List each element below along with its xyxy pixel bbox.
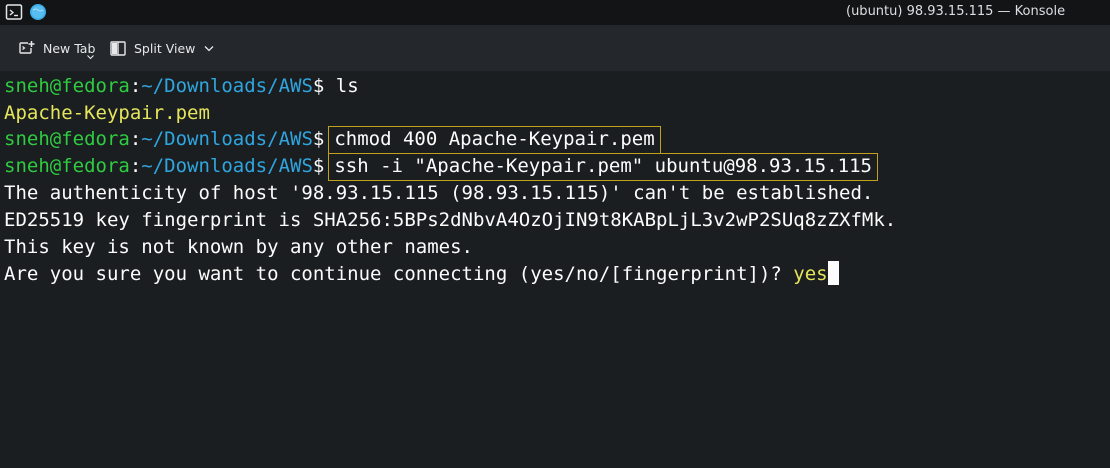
new-tab-label: New Tab — [43, 40, 96, 56]
prompt-user-host: sneh@fedora — [4, 155, 130, 177]
prompt-user-host: sneh@fedora — [4, 75, 130, 97]
prompt-separator: : — [129, 75, 142, 97]
terminal-output-line: Apache-Keypair.pem — [4, 102, 210, 124]
prompt-sign: $ — [312, 155, 325, 177]
terminal-app-icon[interactable] — [5, 3, 23, 21]
terminal-output-line: Are you sure you want to continue connec… — [4, 261, 839, 288]
split-view-button[interactable]: Split View — [106, 36, 218, 60]
terminal-output-line: This key is not known by any other names… — [4, 236, 473, 258]
prompt-path: ~/Downloads/AWS — [141, 155, 313, 177]
prompt-sign: $ — [312, 75, 325, 97]
terminal-line: sneh@fedora:~/Downloads/AWS$ chmod 400 Ap… — [4, 126, 661, 154]
terminal-view[interactable]: sneh@fedora:~/Downloads/AWS$ ls Apache-K… — [0, 73, 1110, 468]
split-view-icon — [110, 40, 126, 56]
user-input-text[interactable]: yes — [793, 263, 827, 285]
new-tab-dropdown-arrow-icon[interactable] — [87, 55, 94, 60]
text-cursor — [827, 261, 839, 285]
new-tab-icon — [19, 41, 35, 54]
chevron-down-icon[interactable] — [204, 45, 214, 52]
window-titlebar: (ubuntu) 98.93.15.115 — Konsole — [0, 0, 1110, 25]
command-text: ls — [335, 75, 359, 97]
prompt-separator: : — [129, 155, 142, 177]
split-view-label: Split View — [134, 40, 196, 56]
terminal-output-line: ED25519 key fingerprint is SHA256:5BPs2d… — [4, 209, 897, 231]
prompt-separator: : — [129, 128, 142, 150]
confirm-prompt-text: Are you sure you want to continue connec… — [4, 263, 794, 285]
terminal-line: sneh@fedora:~/Downloads/AWS$ ls — [4, 73, 359, 100]
highlighted-command: chmod 400 Apache-Keypair.pem — [328, 126, 661, 154]
terminal-output-line: The authenticity of host '98.93.15.115 (… — [4, 182, 874, 204]
prompt-sign: $ — [312, 128, 325, 150]
globe-icon[interactable] — [29, 3, 47, 21]
terminal-line: sneh@fedora:~/Downloads/AWS$ ssh -i "Apac… — [4, 153, 878, 181]
prompt-user-host: sneh@fedora — [4, 128, 130, 150]
prompt-path: ~/Downloads/AWS — [141, 75, 313, 97]
toolbar: New Tab Split View — [0, 25, 1110, 72]
highlighted-command: ssh -i "Apache-Keypair.pem" ubuntu@98.93… — [328, 153, 878, 181]
prompt-path: ~/Downloads/AWS — [141, 128, 313, 150]
window-title: (ubuntu) 98.93.15.115 — Konsole — [846, 4, 1066, 19]
